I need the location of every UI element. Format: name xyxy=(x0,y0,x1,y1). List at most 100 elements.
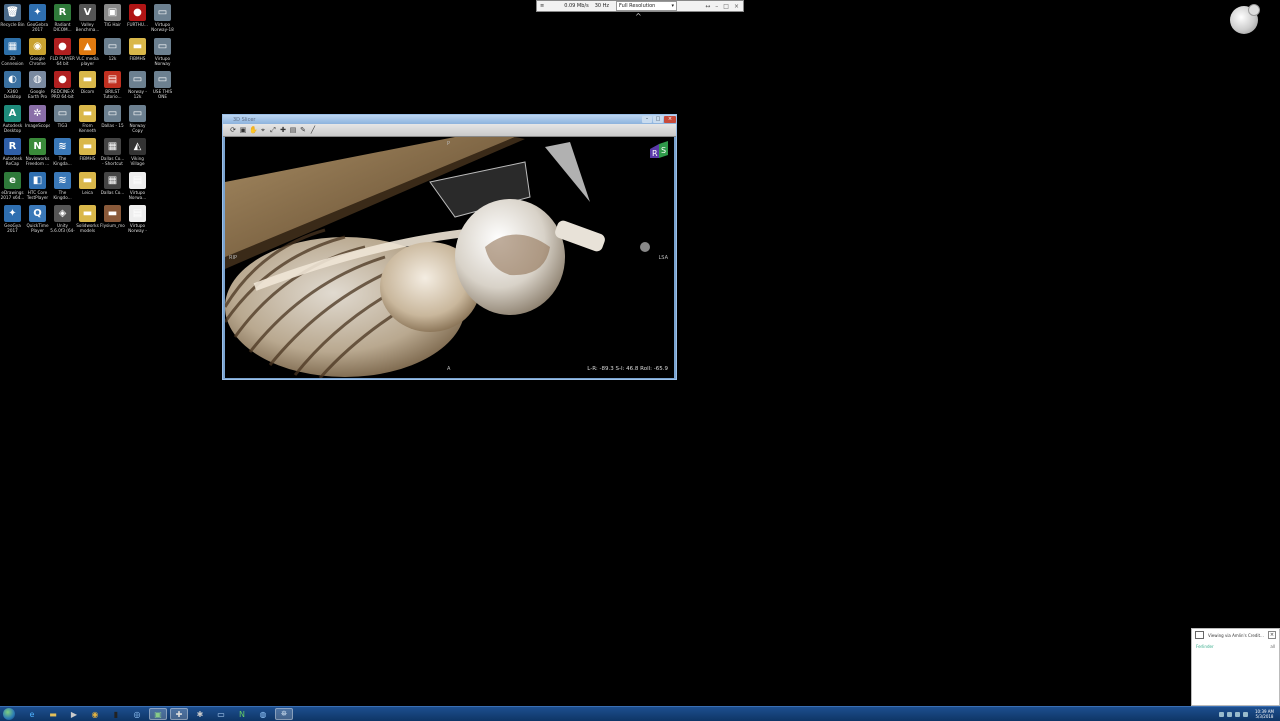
tray-network-icon[interactable] xyxy=(1219,711,1224,717)
minimize-icon[interactable]: – xyxy=(715,3,718,10)
desktop-icon-glyph-icon: ▬ xyxy=(79,104,96,122)
desktop-icon[interactable]: ✲ ImageScope xyxy=(25,103,50,136)
desktop-icon[interactable]: ✦ GeoGebra 2017 xyxy=(25,2,50,35)
desktop-icon[interactable]: ▬ FIBMHS xyxy=(75,136,100,169)
desktop-icon[interactable]: ▭ USE THIS ONE xyxy=(150,69,175,102)
toolbar-tool-icon[interactable]: ✎ xyxy=(299,126,307,134)
taskbar-gear-icon[interactable]: ✱ xyxy=(191,708,209,720)
toolbar-tool-icon[interactable]: ▣ xyxy=(239,126,247,134)
desktop-icon[interactable]: AAutodesk Desktop App xyxy=(0,103,25,136)
taskbar-browser-icon[interactable]: ◍ xyxy=(254,708,272,720)
desktop-icon[interactable]: ▬ FIBMHS xyxy=(125,36,150,69)
taskbar-connect-icon[interactable]: ⛯ xyxy=(275,708,293,720)
taskbar-tool-icon[interactable]: ✚ xyxy=(170,708,188,720)
desktop-icon[interactable]: ▤ BRILST Tutorio... xyxy=(100,69,125,102)
collapse-caret-icon[interactable]: ^ xyxy=(635,12,642,21)
desktop-icon[interactable]: ▦ Dallas Co... - Shortcut xyxy=(100,136,125,169)
desktop-icon[interactable]: ◈Unity 5.6.0f3 (64-bit) xyxy=(50,203,75,236)
tray-flag-icon[interactable] xyxy=(1235,711,1240,717)
desktop-icon[interactable]: ● FURTHU... xyxy=(125,2,150,35)
desktop-icon[interactable]: ▤ Virtupo Norwa... xyxy=(125,170,150,203)
desktop-icon[interactable]: ◭Viking Village Demo xyxy=(125,136,150,169)
viewer-icon[interactable] xyxy=(1230,4,1260,34)
desktop-icon[interactable]: e eDrawings 2017 x64... xyxy=(0,170,25,203)
desktop-icon[interactable]: ◍ Google Earth Pro xyxy=(25,69,50,102)
desktop-icon-label: Google Chrome xyxy=(29,55,46,66)
desktop-icon[interactable]: ● FLD PLAYER 64 bit xyxy=(50,36,75,69)
desktop-icon-glyph-icon: ▬ xyxy=(129,37,146,55)
desktop-icon[interactable]: ▭ Norway - 12k xyxy=(125,69,150,102)
desktop-icon[interactable]: R Radiant DICOM... xyxy=(50,2,75,35)
desktop-icon[interactable]: R Autodesk ReCap xyxy=(0,136,25,169)
desktop-icon-label: VLC media player xyxy=(76,55,99,66)
desktop-icon-glyph-icon: N xyxy=(29,138,46,155)
notification-panel[interactable]: Viewing via Amlin's Credit... × Ferlinde… xyxy=(1191,628,1280,706)
maximize-icon[interactable]: □ xyxy=(723,3,729,10)
desktop-icon[interactable]: ▭ Dallas - 15 xyxy=(100,103,125,136)
taskbar-remote-icon[interactable]: ◎ xyxy=(128,708,146,720)
desktop-icon[interactable]: 🗑 Recycle Bin xyxy=(0,2,25,35)
desktop-icon[interactable]: ◉ Google Chrome xyxy=(25,36,50,69)
toolbar-tool-icon[interactable]: ╱ xyxy=(309,126,317,134)
desktop-icon[interactable]: ● REDCINE-X PRO 64-bit xyxy=(50,69,75,102)
resize-icon[interactable]: ↔ xyxy=(705,3,710,10)
tray-volume-icon[interactable] xyxy=(1227,711,1232,717)
desktop-icon[interactable]: ▦ Dallas Co... xyxy=(100,170,125,203)
close-icon[interactable]: × xyxy=(734,3,739,10)
taskbar-cmd-icon[interactable]: ▮ xyxy=(107,708,125,720)
system-tray: 10:39 AM 5/3/2018 xyxy=(1219,709,1280,719)
desktop-icon[interactable]: ≋ The Kingdo... xyxy=(50,170,75,203)
toolbar-tool-icon[interactable]: ⤢ xyxy=(269,126,277,134)
start-button[interactable] xyxy=(3,708,15,720)
desktop-icon-glyph-icon: ▭ xyxy=(129,71,146,88)
desktop-icon[interactable]: ≋ The Kingda... xyxy=(50,136,75,169)
desktop-icon[interactable]: ▣ TIG Hair xyxy=(100,2,125,35)
toolbar-tool-icon[interactable]: ▤ xyxy=(289,126,297,134)
camera-readout: L-R: -89.3 S-I: 46.8 Roll: -65.9 xyxy=(587,366,668,372)
toolbar-tool-icon[interactable]: ⌖ xyxy=(259,126,267,134)
desktop-icon[interactable]: ▬ Dicom xyxy=(75,69,100,102)
maximize-button[interactable]: □ xyxy=(653,116,663,123)
taskbar-chrome-icon[interactable]: ◉ xyxy=(86,708,104,720)
desktop-icon[interactable]: ▤Virtupo Norway - 12k xyxy=(125,203,150,236)
desktop-icon[interactable]: ◐ X360 Desktop xyxy=(0,69,25,102)
taskbar-navis-icon[interactable]: N xyxy=(233,708,251,720)
desktop-icon[interactable]: ▬ Solidworks models xyxy=(75,203,100,236)
desktop-icon[interactable]: ▦3D Connexion Home xyxy=(0,36,25,69)
desktop-icon-label: Norway - 12k xyxy=(128,89,147,99)
taskbar-explorer-icon[interactable]: ▬ xyxy=(44,708,62,720)
desktop-icon[interactable]: ▭ Virtupo Norway-18 xyxy=(150,2,175,35)
desktop-icon[interactable]: ▬ Leica xyxy=(75,170,100,203)
desktop-icon[interactable]: ▲ VLC media player xyxy=(75,36,100,69)
desktop-icon[interactable]: ▭ 12k xyxy=(100,36,125,69)
minimize-button[interactable]: – xyxy=(642,116,652,123)
clock[interactable]: 10:39 AM 5/3/2018 xyxy=(1255,709,1274,719)
tray-battery-icon[interactable] xyxy=(1243,711,1248,717)
close-button[interactable]: × xyxy=(664,116,676,123)
taskbar-monitor-icon[interactable]: ▭ xyxy=(212,708,230,720)
desktop-icon-label: 12k xyxy=(108,55,117,61)
desktop-icon[interactable]: ▭ Norway Copy xyxy=(125,103,150,136)
desktop-icon[interactable]: V Valley Benchma... xyxy=(75,2,100,35)
taskbar-media-icon[interactable]: ▶ xyxy=(65,708,83,720)
desktop-icon[interactable]: ▬ From Kenneth xyxy=(75,103,100,136)
desktop-icon[interactable]: ▭ Virtupo Norway xyxy=(150,36,175,69)
desktop-icon[interactable]: Q QuickTime Player xyxy=(25,203,50,236)
toolbar-tool-icon[interactable]: ✋ xyxy=(249,126,258,134)
desktop-icon[interactable]: ▬Flysium_mo... xyxy=(100,203,125,236)
toolbar-tool-icon[interactable]: ✚ xyxy=(279,126,287,134)
desktop-icon-label: Viking Village Demo xyxy=(130,156,145,166)
desktop-icon[interactable]: N Navisworks Freedom ... xyxy=(25,136,50,169)
toolbar-tool-icon[interactable]: ⟳ xyxy=(229,126,237,134)
taskbar-slicer-icon[interactable]: ▣ xyxy=(149,708,167,720)
desktop-icon-label: From Kenneth xyxy=(78,122,97,133)
3d-viewport[interactable]: P RIP LSA A R S L-R: -89.3 S-I: 46.8 Rol… xyxy=(225,137,674,378)
desktop-icon[interactable]: ▭ TIG3 xyxy=(50,103,75,136)
close-icon[interactable]: × xyxy=(1268,631,1276,639)
desktop-icon[interactable]: ◧ HTC Core TestPlayer xyxy=(25,170,50,203)
menu-icon[interactable]: ≡ xyxy=(537,3,547,9)
desktop-icon[interactable]: ✦ GeoGya 2017 xyxy=(0,203,25,236)
quality-select[interactable]: Full Resolution ▾ xyxy=(616,1,678,11)
taskbar-ie-icon[interactable]: e xyxy=(23,708,41,720)
window-titlebar[interactable]: 3D Slicer – □ × xyxy=(223,115,676,124)
